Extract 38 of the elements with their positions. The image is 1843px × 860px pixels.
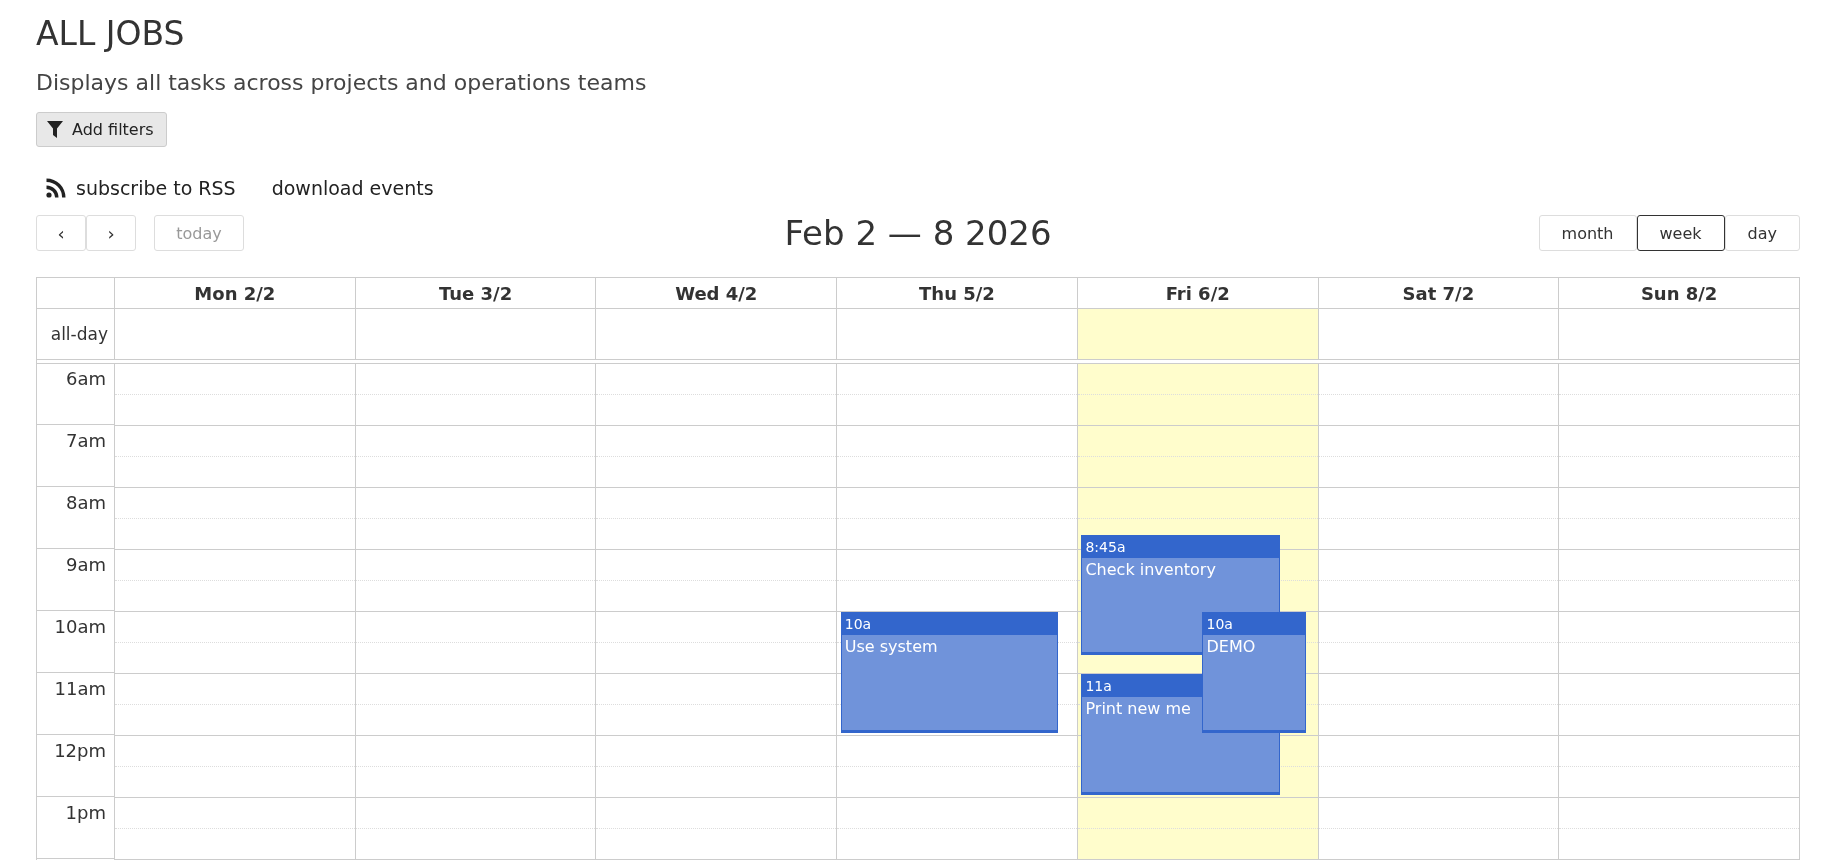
event-time: 8:45a — [1082, 535, 1280, 558]
page-title: ALL JOBS — [36, 14, 186, 54]
view-button[interactable]: month — [1538, 215, 1637, 251]
day-header: Fri 6/2 — [1165, 282, 1230, 304]
subscribe-rss-link[interactable]: subscribe to RSS — [46, 177, 236, 199]
calendar-event[interactable]: 10a DEMO — [1202, 612, 1306, 733]
time-label: 10am — [54, 616, 106, 639]
time-label: 9am — [65, 554, 106, 577]
day-header: Thu 5/2 — [919, 282, 995, 304]
time-label: 11am — [54, 678, 106, 701]
date-range-title: Feb 2 — 8 2026 — [784, 213, 1052, 253]
time-label: 7am — [65, 430, 106, 453]
previous-button[interactable]: ‹ — [36, 215, 86, 251]
time-label: 8am — [65, 492, 106, 515]
day-header: Sat 7/2 — [1402, 282, 1475, 304]
event-title: DEMO — [1205, 636, 1257, 658]
filter-icon — [47, 121, 63, 138]
day-header: Tue 3/2 — [438, 282, 513, 304]
view-button[interactable]: week — [1636, 215, 1725, 251]
day-header: Wed 4/2 — [675, 282, 758, 304]
day-header: Sun 8/2 — [1640, 282, 1718, 304]
time-label: 1pm — [65, 802, 106, 825]
add-filters-button[interactable]: Add filters — [36, 112, 167, 147]
next-button[interactable]: › — [86, 215, 136, 251]
download-events-link[interactable]: download events — [271, 177, 434, 199]
view-button[interactable]: day — [1724, 215, 1800, 251]
all-day-label: all-day — [50, 324, 108, 344]
rss-icon — [46, 178, 66, 198]
page-subtitle: Displays all tasks across projects and operations teams — [36, 69, 648, 97]
time-label: 6am — [65, 368, 106, 391]
event-title: Print new me — [1084, 698, 1192, 720]
calendar-event[interactable]: 10a Use system — [840, 612, 1058, 733]
event-title: Check inventory — [1084, 558, 1217, 581]
event-time: 10a — [1203, 613, 1305, 635]
day-header: Mon 2/2 — [194, 282, 276, 304]
event-time: 10a — [841, 613, 1057, 635]
time-label: 12pm — [54, 740, 106, 763]
event-title: Use system — [843, 636, 939, 658]
